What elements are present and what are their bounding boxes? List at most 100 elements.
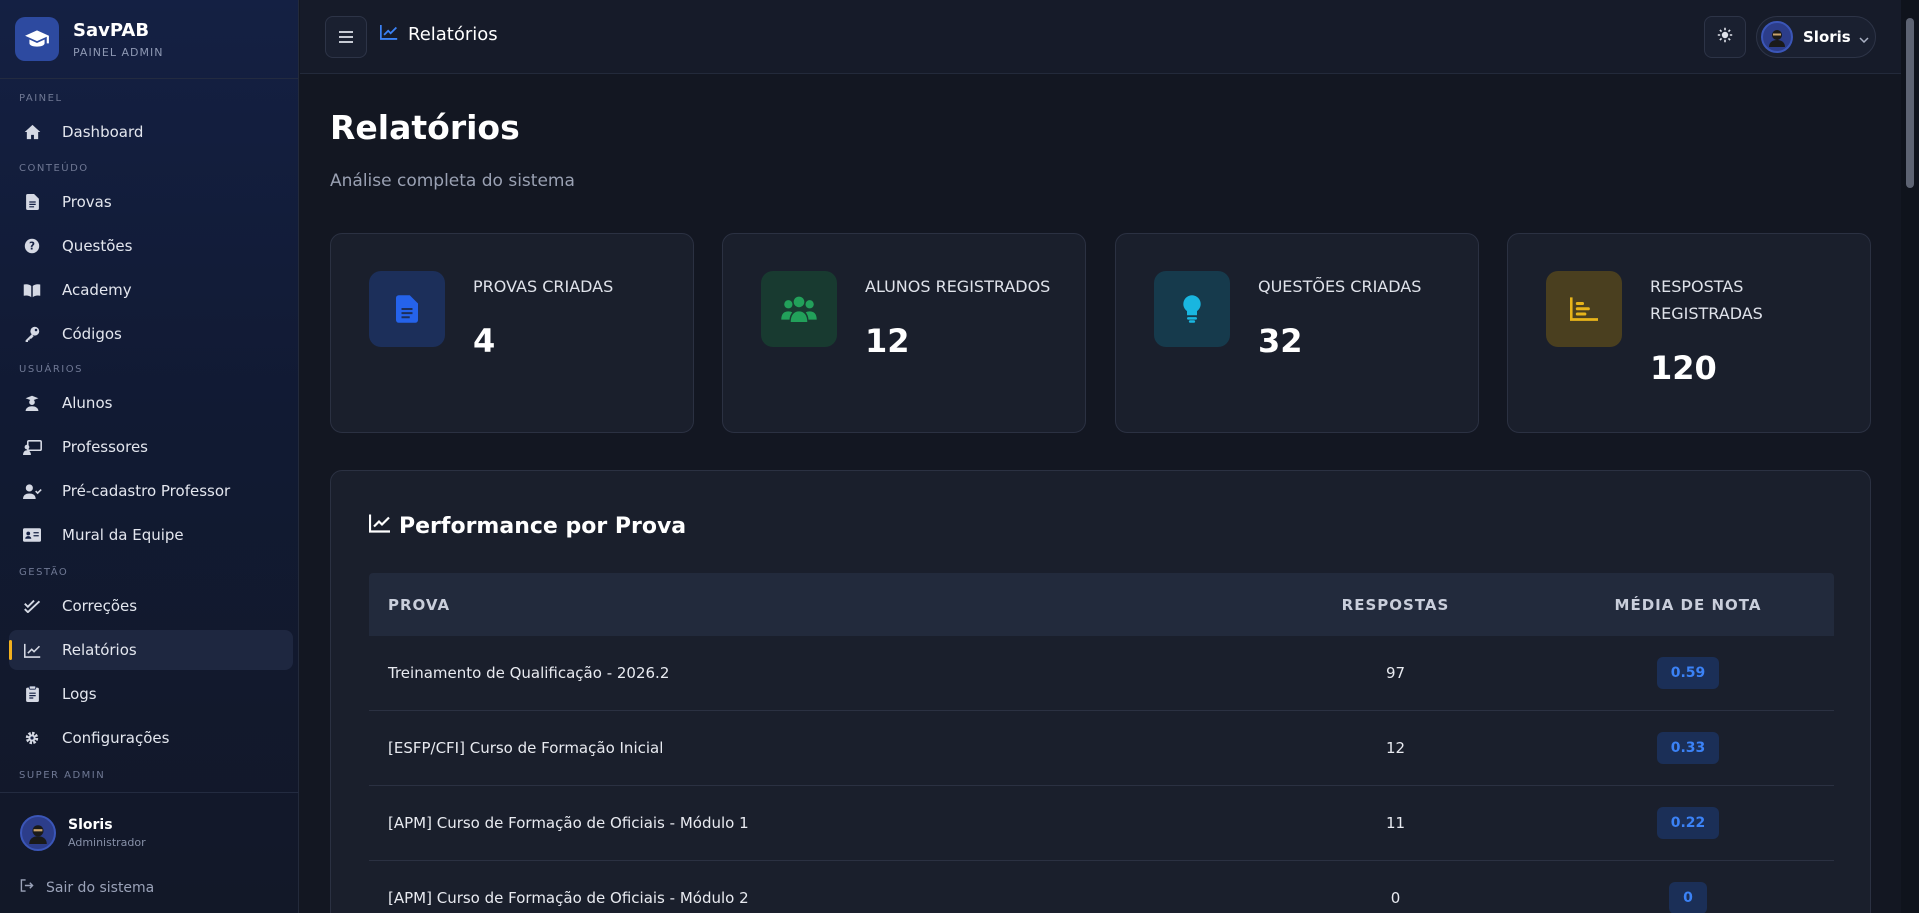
sidebar-item-academy[interactable]: Academy: [9, 270, 293, 310]
bar-chart-icon: [1546, 271, 1622, 347]
logout-button[interactable]: Sair do sistema: [20, 879, 154, 896]
sidebar-item-provas[interactable]: Provas: [9, 182, 293, 222]
stat-label: QUESTÕES CRIADAS: [1258, 277, 1422, 296]
performance-title: Performance por Prova: [368, 513, 687, 539]
sidebar-user-name: Sloris: [68, 817, 113, 833]
sidebar-item-label: Alunos: [62, 394, 113, 412]
sidebar-item-relatorios[interactable]: Relatórios: [9, 630, 293, 670]
performance-title-text: Performance por Prova: [399, 513, 687, 539]
user-check-icon: [22, 481, 42, 501]
cell-prova: [ESFP/CFI] Curso de Formação Inicial: [388, 739, 664, 757]
sidebar-item-correcoes[interactable]: Correções: [9, 586, 293, 626]
stat-value: 12: [865, 322, 910, 360]
sidebar-item-label: Códigos: [62, 325, 122, 343]
stat-value: 4: [473, 322, 496, 360]
topbar: Relatórios Sloris: [300, 0, 1901, 74]
logout-label: Sair do sistema: [46, 879, 155, 896]
sidebar-item-professores[interactable]: Professores: [9, 427, 293, 467]
file-icon: [22, 192, 42, 212]
table-row[interactable]: [APM] Curso de Formação de Oficiais - Mó…: [369, 861, 1834, 913]
page-title: Relatórios: [330, 108, 520, 147]
sidebar-item-label: Questões: [62, 237, 133, 255]
cell-prova: Treinamento de Qualificação - 2026.2: [388, 664, 670, 682]
cell-respostas: 97: [1385, 664, 1406, 682]
brand-subtitle: PAINEL ADMIN: [73, 45, 164, 59]
sun-icon: [1717, 27, 1733, 47]
grade-badge: 0.33: [1656, 732, 1720, 764]
avatar: [20, 815, 56, 851]
sidebar-item-mural-da-equipe[interactable]: Mural da Equipe: [9, 515, 293, 555]
check-double-icon: [22, 596, 42, 616]
key-icon: [22, 324, 42, 344]
question-icon: ?: [22, 236, 42, 256]
chart-line-icon: [379, 24, 398, 45]
cell-respostas: 11: [1385, 814, 1406, 832]
main-content: Relatórios Análise completa do sistema P…: [300, 75, 1901, 913]
user-menu-button[interactable]: Sloris: [1756, 16, 1876, 58]
section-label-gestao: GESTÃO: [19, 567, 69, 578]
chart-line-icon: [22, 640, 42, 660]
cell-respostas: 12: [1385, 739, 1406, 757]
sidebar-item-label: Logs: [62, 685, 97, 703]
column-header-media[interactable]: MÉDIA DE NOTA: [1542, 596, 1834, 614]
chart-line-icon: [368, 513, 391, 539]
sidebar-item-label: Correções: [62, 597, 138, 615]
sidebar-item-questoes[interactable]: ? Questões: [9, 226, 293, 266]
section-label-usuarios: USUÁRIOS: [19, 364, 83, 375]
sidebar-item-configuracoes[interactable]: Configurações: [9, 718, 293, 758]
teacher-icon: [22, 437, 42, 457]
clipboard-icon: [22, 684, 42, 704]
menu-toggle-button[interactable]: [325, 16, 367, 58]
sidebar-item-label: Dashboard: [62, 123, 144, 141]
sidebar-item-logs[interactable]: Logs: [9, 674, 293, 714]
grade-badge: 0: [1669, 882, 1707, 913]
performance-table: PROVA RESPOSTAS MÉDIA DE NOTA Treinament…: [369, 573, 1834, 913]
sidebar-item-label: Configurações: [62, 729, 170, 747]
page-scrollbar[interactable]: [1901, 0, 1919, 913]
sidebar-item-dashboard[interactable]: Dashboard: [9, 112, 293, 152]
column-header-respostas[interactable]: RESPOSTAS: [1249, 596, 1542, 614]
section-label-conteudo: CONTEÚDO: [19, 163, 89, 174]
grade-badge: 0.22: [1656, 807, 1720, 839]
cell-prova: [APM] Curso de Formação de Oficiais - Mó…: [388, 889, 749, 907]
column-header-prova[interactable]: PROVA: [369, 596, 1249, 614]
stat-card-provas: PROVAS CRIADAS 4: [330, 233, 694, 433]
sidebar-user[interactable]: Sloris Administrador: [20, 815, 146, 851]
sidebar-item-codigos[interactable]: Códigos: [9, 314, 293, 354]
student-icon: [22, 393, 42, 413]
graduation-cap-icon: [15, 17, 59, 61]
sidebar-item-label: Provas: [62, 193, 112, 211]
grade-badge: 0.59: [1656, 657, 1720, 689]
sidebar-item-label: Professores: [62, 438, 148, 456]
page-subtitle: Análise completa do sistema: [330, 171, 575, 191]
cell-prova: [APM] Curso de Formação de Oficiais - Mó…: [388, 814, 749, 832]
gear-icon: [22, 728, 42, 748]
table-row[interactable]: Treinamento de Qualificação - 2026.2 97 …: [369, 636, 1834, 711]
home-icon: [22, 122, 42, 142]
user-menu-name: Sloris: [1803, 28, 1851, 46]
topbar-title-text: Relatórios: [408, 24, 498, 45]
table-row[interactable]: [APM] Curso de Formação de Oficiais - Mó…: [369, 786, 1834, 861]
users-icon: [761, 271, 837, 347]
sidebar-item-label: Mural da Equipe: [62, 526, 184, 544]
brand[interactable]: SavPAB PAINEL ADMIN: [0, 0, 298, 79]
file-icon: [369, 271, 445, 347]
avatar: [1761, 21, 1793, 53]
table-header: PROVA RESPOSTAS MÉDIA DE NOTA: [369, 573, 1834, 636]
topbar-title: Relatórios: [379, 24, 498, 45]
theme-toggle-button[interactable]: [1704, 16, 1746, 58]
sidebar-item-label: Pré-cadastro Professor: [62, 482, 231, 500]
stat-label: PROVAS CRIADAS: [473, 277, 614, 296]
scrollbar-thumb[interactable]: [1906, 18, 1914, 188]
sidebar-item-pre-cadastro-professor[interactable]: Pré-cadastro Professor: [9, 471, 293, 511]
sidebar-item-alunos[interactable]: Alunos: [9, 383, 293, 423]
sidebar-item-label: Academy: [62, 281, 132, 299]
section-label-painel: PAINEL: [19, 93, 63, 104]
table-row[interactable]: [ESFP/CFI] Curso de Formação Inicial 12 …: [369, 711, 1834, 786]
cell-respostas: 0: [1390, 889, 1401, 907]
stat-value: 32: [1258, 322, 1303, 360]
performance-card: Performance por Prova PROVA RESPOSTAS MÉ…: [330, 470, 1871, 913]
sidebar: SavPAB PAINEL ADMIN PAINEL Dashboard CON…: [0, 0, 299, 913]
hamburger-icon: [339, 28, 353, 47]
stat-label: ALUNOS REGISTRADOS: [865, 277, 1051, 296]
